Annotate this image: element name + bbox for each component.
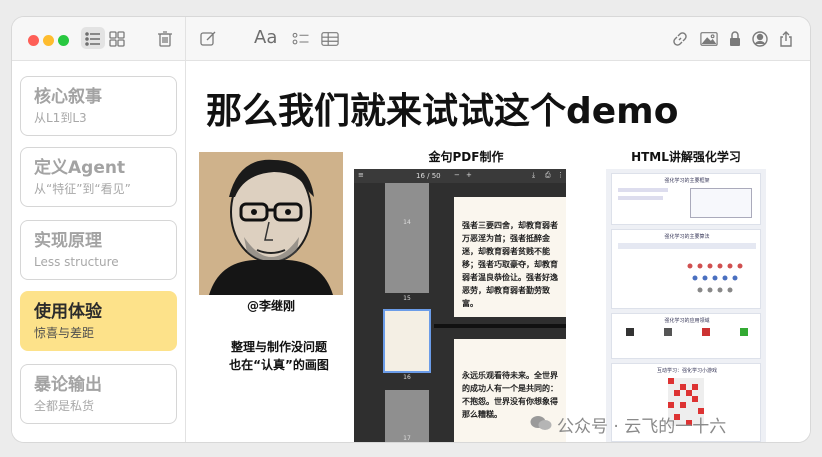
pdf-page-divider <box>434 324 566 328</box>
sidebar-item-define-agent[interactable]: 定义Agent 从“特征”到“看见” <box>20 147 177 207</box>
close-window-button[interactable] <box>28 35 39 46</box>
html-panel-title: 强化学习的主要框架 <box>664 178 710 184</box>
pdf-section-heading: 金句PDF制作 <box>428 150 504 164</box>
sidebar-item-title: 定义Agent <box>34 158 126 178</box>
html-panel-framework: 强化学习的主要框架 <box>611 173 761 225</box>
pdf-viewer-toolbar: ≡ 16 / 50 − + ⤓ ⎙ ⋮ <box>354 169 566 183</box>
trash-icon[interactable] <box>154 28 176 50</box>
pdf-thumbnail <box>385 233 429 293</box>
sidebar-item-title: 核心叙事 <box>34 87 102 107</box>
sidebar-item-title: 实现原理 <box>34 231 102 251</box>
sidebar-item-subtitle: 全都是私货 <box>34 399 95 413</box>
pdf-thumbnail-number: 17 <box>403 435 411 442</box>
pdf-page-indicator: 16 / 50 <box>416 172 441 180</box>
checklist-icon[interactable] <box>288 28 314 50</box>
text-line <box>618 188 668 192</box>
car-icon <box>702 328 710 336</box>
sidebar-item-implementation[interactable]: 实现原理 Less structure <box>20 220 177 280</box>
network-diagram <box>687 263 743 293</box>
more-icon: ⋮ <box>557 171 564 179</box>
pdf-thumbnail-strip: 14 15 16 17 <box>354 183 434 442</box>
sidebar-item-subtitle: 惊喜与差距 <box>34 326 95 340</box>
portrait-drawing-image <box>199 152 343 295</box>
list-view-icon[interactable] <box>82 28 104 50</box>
image-icon[interactable] <box>698 28 720 50</box>
zoom-window-button[interactable] <box>58 35 69 46</box>
sidebar-item-title: 暴论输出 <box>34 375 102 395</box>
wechat-logo <box>530 416 552 430</box>
print-icon: ⎙ <box>545 171 551 179</box>
download-icon: ⤓ <box>532 171 536 179</box>
share-contact-icon[interactable] <box>749 28 771 50</box>
sidebar-item-subtitle: 从“特征”到“看见” <box>34 182 131 196</box>
slide-canvas: 那么我们就来试试这个demo @李继刚 整理与制作没问题 也在“认真”的画图 金… <box>186 62 810 442</box>
html-page-screenshot: 强化学习的主要框架 强化学习的主要算法 强化学习的应用领域 互动学习：强化学习小… <box>606 169 766 442</box>
slide-title: 那么我们就来试试这个demo <box>206 91 679 132</box>
pdf-quote-text: 强者三要四舍，却教育弱者万恶淫为首；强者抵醉金迷，却教育弱者贫贱不能移；强者巧取… <box>462 221 558 308</box>
chat-icon <box>740 328 748 336</box>
html-panel-applications: 强化学习的应用领域 <box>611 313 761 359</box>
gallery-view-icon[interactable] <box>106 28 128 50</box>
app-window: Aa 核心叙事 从L1到L3 定义Agent 从“特征”到“看见” 实现原理 L… <box>12 17 810 442</box>
sidebar-item-core-narrative[interactable]: 核心叙事 从L1到L3 <box>20 76 177 136</box>
menu-icon: ≡ <box>358 171 364 179</box>
text-line <box>618 196 663 200</box>
zoom-out-icon: − <box>454 171 460 179</box>
minimize-window-button[interactable] <box>43 35 54 46</box>
watermark-text: 公众号 · 云飞的一十六 <box>557 417 727 437</box>
sidebar-item-subtitle: Less structure <box>34 255 119 269</box>
html-panel-title: 强化学习的应用领域 <box>664 318 710 324</box>
pdf-thumbnail-number: 16 <box>403 374 411 381</box>
tab-strip <box>618 243 756 249</box>
portrait-name: @李继刚 <box>246 299 295 313</box>
lock-icon[interactable] <box>724 28 746 50</box>
slide-list-sidebar: 核心叙事 从L1到L3 定义Agent 从“特征”到“看见” 实现原理 Less… <box>12 62 185 442</box>
sidebar-item-opinions[interactable]: 暴论输出 全都是私货 <box>20 364 177 424</box>
portrait-caption-line2: 也在“认真”的画图 <box>229 358 329 372</box>
diagram-box <box>690 188 752 218</box>
pdf-thumbnail-number: 14 <box>403 219 411 226</box>
portrait-caption-line1: 整理与制作没问题 <box>230 340 327 354</box>
html-panel-title: 互动学习：强化学习小游戏 <box>656 368 717 374</box>
html-panel-title: 强化学习的主要算法 <box>664 234 710 240</box>
font-format-button[interactable]: Aa <box>254 27 277 48</box>
pdf-thumbnail-selected <box>383 309 431 373</box>
table-icon[interactable] <box>319 28 341 50</box>
game-icon <box>626 328 634 336</box>
html-panel-algorithms: 强化学习的主要算法 <box>611 229 761 309</box>
toolbar: Aa <box>12 17 810 61</box>
pdf-page-quote-1: 强者三要四舍，却教育弱者万恶淫为首；强者抵醉金迷，却教育弱者贫贱不能移；强者巧取… <box>454 197 566 317</box>
pdf-thumbnail-number: 15 <box>403 295 411 302</box>
html-section-heading: HTML讲解强化学习 <box>631 150 741 164</box>
sidebar-item-title: 使用体验 <box>34 302 102 322</box>
pdf-viewer-screenshot: ≡ 16 / 50 − + ⤓ ⎙ ⋮ 14 15 16 17 强者三要四舍，却… <box>354 169 566 442</box>
share-icon[interactable] <box>775 28 797 50</box>
robot-icon <box>664 328 672 336</box>
sidebar-item-subtitle: 从L1到L3 <box>34 111 87 125</box>
compose-icon[interactable] <box>197 28 219 50</box>
link-icon[interactable] <box>669 28 691 50</box>
zoom-in-icon: + <box>466 171 472 179</box>
sidebar-item-experience[interactable]: 使用体验 惊喜与差距 <box>20 291 177 351</box>
